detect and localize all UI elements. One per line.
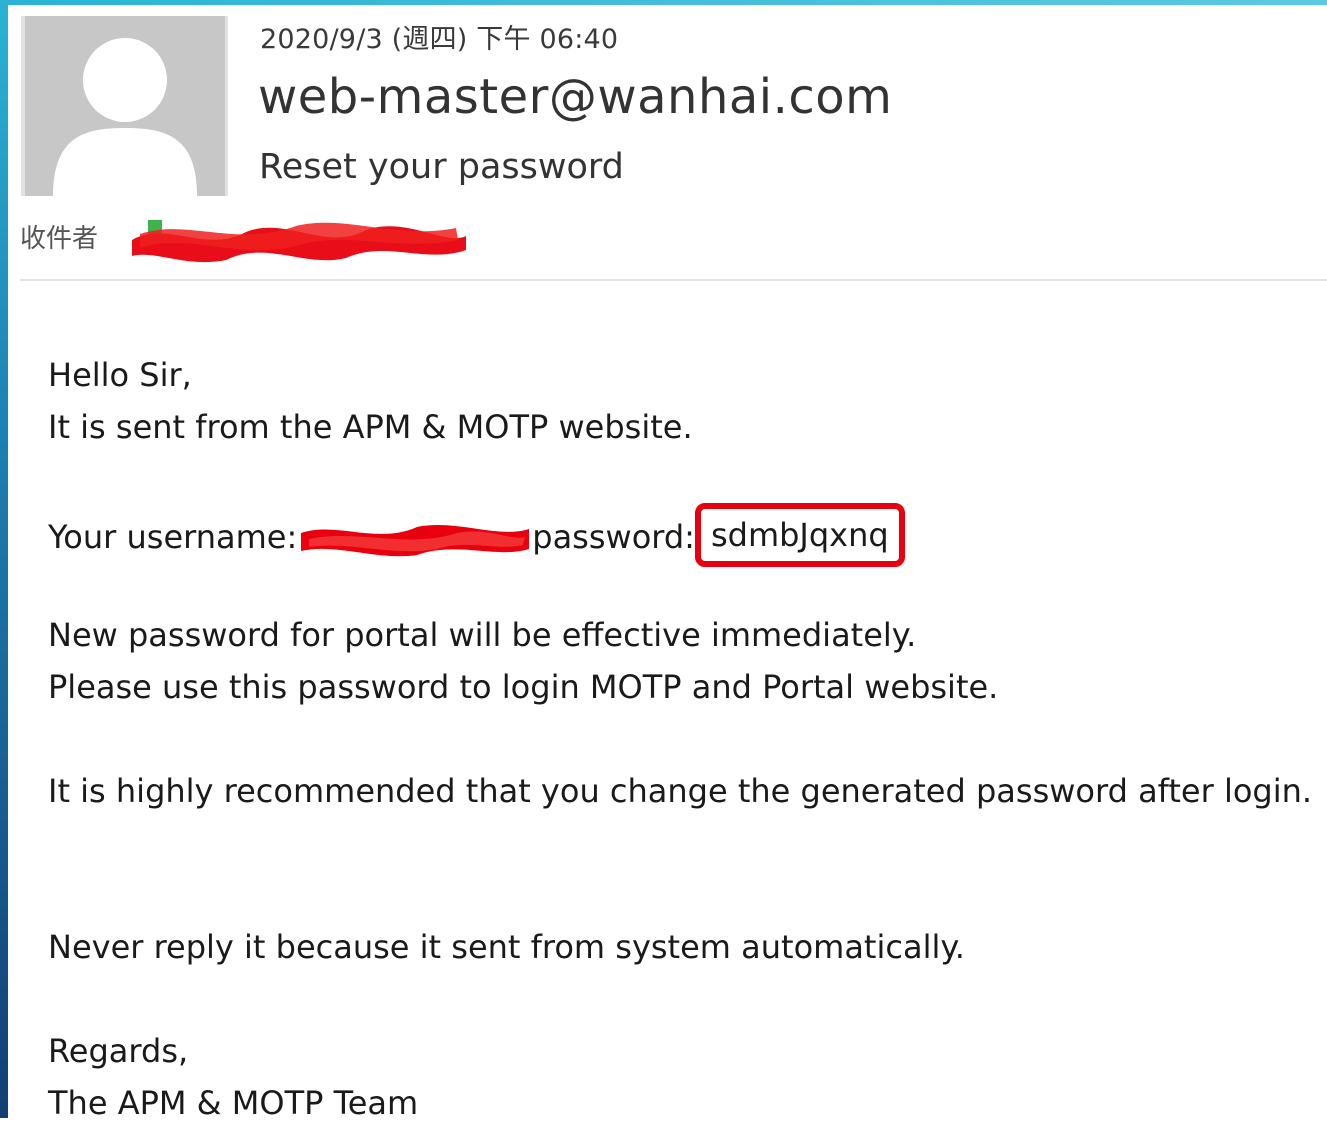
recipient-redaction — [132, 220, 466, 263]
greeting-line: Hello Sir, — [48, 356, 192, 394]
usage-line: Please use this password to login MOTP a… — [48, 668, 999, 706]
message-subject: Reset your password — [259, 147, 624, 187]
intro-line: It is sent from the APM & MOTP website. — [48, 408, 693, 446]
email-reading-pane: 2020/9/3 (週四) 下午 06:40 web-master@wanhai… — [8, 5, 1327, 1122]
password-value[interactable]: sdmbJqxnq — [711, 516, 889, 554]
no-reply-line: Never reply it because it sent from syst… — [48, 928, 965, 966]
username-label: Your username: — [48, 518, 298, 556]
regards-line: Regards, — [48, 1032, 189, 1070]
recipient-label: 收件者 — [20, 224, 99, 254]
header-divider — [20, 279, 1327, 281]
password-highlight-box: sdmbJqxnq — [694, 503, 905, 567]
sender-avatar — [21, 16, 228, 196]
effective-line: New password for portal will be effectiv… — [48, 616, 917, 654]
credentials-line: Your username: password: sdmbJqxnq — [48, 503, 1327, 567]
sender-address[interactable]: web-master@wanhai.com — [258, 69, 892, 125]
message-body: Hello Sir, It is sent from the APM & MOT… — [48, 349, 1327, 1129]
signature-line: The APM & MOTP Team — [48, 1084, 419, 1122]
recommend-line: It is highly recommended that you change… — [48, 772, 1313, 810]
desktop-left-edge — [0, 0, 8, 1118]
username-redaction — [301, 525, 530, 557]
message-date: 2020/9/3 (週四) 下午 06:40 — [260, 24, 619, 55]
password-label: password: — [532, 518, 695, 556]
person-silhouette-icon — [25, 16, 225, 196]
